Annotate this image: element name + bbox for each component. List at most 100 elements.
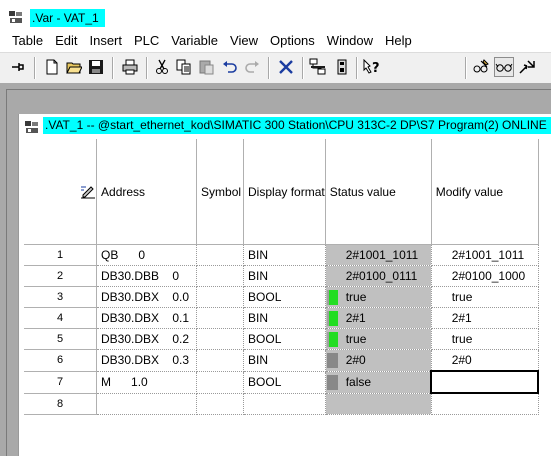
table-row[interactable]: 8	[24, 393, 539, 415]
save-icon[interactable]	[86, 57, 106, 77]
symbol-cell[interactable]	[196, 286, 245, 308]
modify-value-text: true	[451, 332, 473, 346]
status-cell: true	[325, 286, 432, 308]
trigger-icon[interactable]	[517, 57, 537, 77]
row-number[interactable]: 5	[24, 328, 98, 350]
format-cell[interactable]: BOOL	[243, 328, 326, 350]
menu-help[interactable]: Help	[379, 30, 418, 52]
menu-options[interactable]: Options	[264, 30, 321, 52]
modify-cell[interactable]: true	[431, 328, 539, 350]
plc-icon[interactable]	[332, 57, 352, 77]
glasses-pencil-icon[interactable]	[471, 57, 491, 77]
undo-icon[interactable]	[220, 57, 240, 77]
modify-input-active[interactable]	[430, 370, 540, 394]
row-number[interactable]: 6	[24, 349, 98, 372]
row-number[interactable]: 3	[24, 286, 98, 308]
monitor-network-icon[interactable]	[308, 57, 328, 77]
symbol-cell[interactable]	[196, 349, 245, 372]
table-header-row: Address Symbol Display format Status val…	[24, 139, 539, 245]
symbol-cell[interactable]	[196, 393, 245, 415]
row-number[interactable]: 4	[24, 307, 98, 329]
address-cell[interactable]	[96, 393, 198, 415]
modify-value-text: true	[451, 290, 473, 304]
symbol-cell[interactable]	[196, 328, 245, 350]
menu-insert[interactable]: Insert	[83, 30, 128, 52]
status-cell: 2#1001_1011	[325, 244, 432, 266]
modify-value-text	[433, 375, 452, 389]
delete-icon[interactable]	[276, 57, 296, 77]
modify-cell[interactable]: 2#0	[431, 349, 539, 372]
modify-cell[interactable]: true	[431, 286, 539, 308]
symbol-cell[interactable]	[196, 307, 245, 329]
table-row[interactable]: 2 DB30.DBB 0 BIN 2#0100_0111 2#0100_1000	[24, 265, 539, 287]
open-icon[interactable]	[64, 57, 84, 77]
menu-edit[interactable]: Edit	[49, 30, 83, 52]
modify-cell[interactable]: 2#0100_1000	[431, 265, 539, 287]
table-row[interactable]: 7M 1.0 BOOL false	[24, 370, 540, 394]
address-cell[interactable]: DB30.DBX 0.3	[96, 349, 198, 372]
table-row[interactable]: 6 DB30.DBX 0.3 BIN 2#0 2#0	[24, 349, 539, 372]
modify-cell[interactable]	[431, 393, 539, 415]
address-cell[interactable]: QB 0	[96, 244, 198, 266]
status-value-text: 2#0	[345, 353, 366, 368]
row-number[interactable]: 7	[24, 371, 98, 394]
col-display-format[interactable]: Display format	[243, 139, 326, 245]
pin-icon[interactable]	[8, 57, 28, 77]
format-cell[interactable]: BIN	[243, 307, 326, 329]
format-cell[interactable]	[243, 393, 326, 415]
title-bar: .Var - VAT_1	[0, 0, 551, 30]
format-cell[interactable]: BOOL	[243, 371, 326, 394]
row-number[interactable]: 1	[24, 244, 98, 266]
menu-bar: Table Edit Insert PLC Variable View Opti…	[0, 30, 551, 52]
symbol-cell[interactable]	[196, 265, 245, 287]
help-icon[interactable]: ?	[362, 57, 382, 77]
status-cell: true	[325, 328, 432, 350]
table-row[interactable]: 3 DB30.DBX 0.0 BOOL true true	[24, 286, 539, 308]
table-row[interactable]: 5 DB30.DBX 0.2 BOOL true true	[24, 328, 539, 350]
address-cell[interactable]: DB30.DBB 0	[96, 265, 198, 287]
status-led-false-icon	[326, 352, 338, 368]
address-cell[interactable]: DB30.DBX 0.1	[96, 307, 198, 329]
table-row[interactable]: 1 QB 0 BIN 2#1001_1011 2#1001_1011	[24, 244, 539, 266]
modify-cell[interactable]: 2#1001_1011	[431, 244, 539, 266]
print-icon[interactable]	[120, 57, 140, 77]
copy-icon[interactable]	[174, 57, 194, 77]
address-cell[interactable]: M 1.0	[96, 371, 198, 394]
child-window-title: .VAT_1 -- @start_ethernet_kod\SIMATIC 30…	[43, 117, 551, 134]
format-cell[interactable]: BIN	[243, 244, 326, 266]
format-cell[interactable]: BIN	[243, 349, 326, 372]
format-cell[interactable]: BIN	[243, 265, 326, 287]
address-cell[interactable]: DB30.DBX 0.2	[96, 328, 198, 350]
modify-cell[interactable]: 2#1	[431, 307, 539, 329]
symbol-cell[interactable]	[196, 244, 245, 266]
status-led-true-icon	[326, 289, 338, 305]
col-symbol[interactable]: Symbol	[196, 139, 245, 245]
menu-table[interactable]: Table	[0, 30, 49, 52]
menu-window[interactable]: Window	[321, 30, 379, 52]
row-number[interactable]: 2	[24, 265, 98, 287]
col-status-value[interactable]: Status value	[325, 139, 432, 245]
status-cell	[325, 393, 432, 415]
glasses-icon[interactable]	[494, 57, 514, 77]
cut-icon[interactable]	[152, 57, 172, 77]
col-modify-value[interactable]: Modify value	[431, 139, 539, 245]
toolbar: ?	[0, 52, 551, 84]
table-row[interactable]: 4 DB30.DBX 0.1 BIN 2#1 2#1	[24, 307, 539, 329]
redo-icon[interactable]	[242, 57, 262, 77]
col-address[interactable]: Address	[96, 139, 198, 245]
menu-view[interactable]: View	[224, 30, 264, 52]
symbol-cell[interactable]	[196, 371, 245, 394]
paste-icon[interactable]	[196, 57, 216, 77]
menu-variable[interactable]: Variable	[165, 30, 224, 52]
window-title: .Var - VAT_1	[30, 9, 105, 27]
status-value-text: 2#0100_0111	[345, 269, 418, 283]
status-cell: 2#0100_0111	[325, 265, 432, 287]
vat-child-window: .VAT_1 -- @start_ethernet_kod\SIMATIC 30…	[18, 114, 551, 456]
svg-text:?: ?	[372, 61, 380, 75]
menu-plc[interactable]: PLC	[128, 30, 165, 52]
row-number[interactable]: 8	[24, 393, 98, 415]
address-cell[interactable]: DB30.DBX 0.0	[96, 286, 198, 308]
status-led-true-icon	[326, 310, 338, 326]
new-icon[interactable]	[42, 57, 62, 77]
format-cell[interactable]: BOOL	[243, 286, 326, 308]
